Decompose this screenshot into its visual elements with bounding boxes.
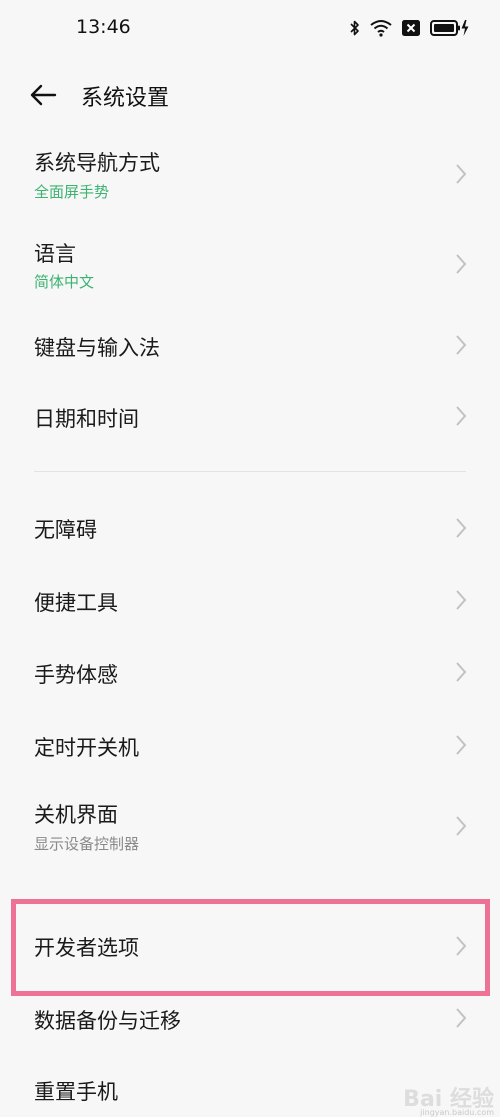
sim-disabled-icon xyxy=(402,20,420,36)
chevron-right-icon xyxy=(456,735,467,755)
item-title: 日期和时间 xyxy=(34,407,139,431)
status-bar: 13:46 xyxy=(0,0,500,60)
chevron-right-icon xyxy=(456,662,467,682)
chevron-right-icon xyxy=(456,518,467,538)
item-title: 数据备份与迁移 xyxy=(34,1009,181,1033)
item-subtitle: 简体中文 xyxy=(34,273,95,291)
settings-item-backup-migration[interactable]: 数据备份与迁移 xyxy=(0,996,500,1046)
page-title: 系统设置 xyxy=(81,86,170,111)
chevron-right-icon xyxy=(456,164,467,184)
chevron-right-icon xyxy=(456,590,467,610)
item-subtitle: 显示设备控制器 xyxy=(34,835,140,853)
section-divider xyxy=(34,471,466,472)
settings-item-developer-options[interactable]: 开发者选项 xyxy=(0,903,500,991)
settings-item-date-time[interactable]: 日期和时间 xyxy=(0,380,500,452)
item-title: 语言 xyxy=(34,242,76,266)
item-title: 便捷工具 xyxy=(34,591,118,615)
status-time: 13:46 xyxy=(76,16,131,38)
status-icons xyxy=(350,17,470,39)
settings-item-convenience-tools[interactable]: 便捷工具 xyxy=(0,564,500,636)
item-title: 重置手机 xyxy=(34,1080,118,1104)
chevron-right-icon xyxy=(456,406,467,426)
arrow-left-icon[interactable] xyxy=(28,80,58,110)
item-title: 关机界面 xyxy=(34,803,118,827)
item-title: 定时开关机 xyxy=(34,736,139,760)
item-title: 键盘与输入法 xyxy=(34,336,160,360)
item-title: 手势体感 xyxy=(34,663,118,687)
settings-item-scheduled-power[interactable]: 定时开关机 xyxy=(0,708,500,782)
item-title: 无障碍 xyxy=(34,518,97,542)
item-subtitle: 全面屏手势 xyxy=(34,183,110,201)
settings-item-keyboard-input[interactable]: 键盘与输入法 xyxy=(0,310,500,380)
item-title: 开发者选项 xyxy=(34,936,139,960)
chevron-right-icon xyxy=(456,816,467,836)
chevron-right-icon xyxy=(456,335,467,355)
chevron-right-icon xyxy=(456,1008,467,1028)
battery-charging-icon xyxy=(430,19,470,37)
settings-item-accessibility[interactable]: 无障碍 xyxy=(0,492,500,564)
settings-item-navigation-mode[interactable]: 系统导航方式 全面屏手势 xyxy=(0,130,500,220)
wifi-icon xyxy=(370,19,392,37)
page-header: 系统设置 xyxy=(0,60,500,130)
chevron-right-icon xyxy=(456,936,467,956)
chevron-right-icon xyxy=(456,254,467,274)
watermark-url: jingyan.baidu.com xyxy=(420,1108,494,1117)
settings-item-language[interactable]: 语言 简体中文 xyxy=(0,220,500,310)
settings-item-power-menu[interactable]: 关机界面 显示设备控制器 xyxy=(0,782,500,872)
bluetooth-icon xyxy=(350,19,360,37)
settings-item-gestures-motions[interactable]: 手势体感 xyxy=(0,636,500,708)
item-title: 系统导航方式 xyxy=(34,151,160,175)
